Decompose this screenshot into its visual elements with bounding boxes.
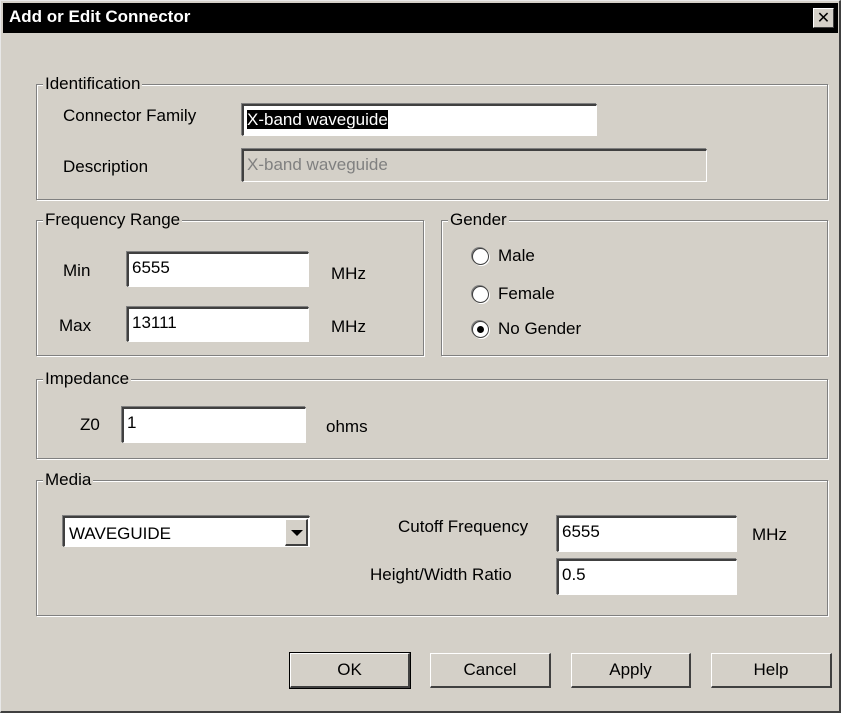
- max-frequency-value: 13111: [132, 313, 177, 332]
- window-title: Add or Edit Connector: [9, 7, 191, 26]
- title-bar[interactable]: Add or Edit Connector ✕: [3, 3, 838, 33]
- min-unit-label: MHz: [331, 264, 366, 283]
- close-icon: ✕: [816, 8, 831, 27]
- identification-group: Identification Connector Family X-band w…: [36, 74, 828, 200]
- max-unit-label: MHz: [331, 317, 366, 336]
- help-button[interactable]: Help: [711, 653, 832, 688]
- min-frequency-input[interactable]: 6555: [127, 252, 309, 287]
- identification-legend: Identification: [43, 74, 143, 94]
- cancel-button[interactable]: Cancel: [430, 653, 551, 688]
- frequency-range-group: Frequency Range Min 6555 MHz Max 13111 M…: [36, 210, 424, 356]
- z0-value: 1: [127, 413, 137, 432]
- cutoff-frequency-label: Cutoff Frequency: [398, 517, 529, 536]
- height-width-ratio-input[interactable]: 0.5: [557, 559, 737, 595]
- female-radio[interactable]: [472, 286, 489, 303]
- z0-label: Z0: [80, 415, 100, 434]
- height-width-ratio-value: 0.5: [562, 565, 586, 584]
- gender-group: Gender Male Female No Gender: [441, 210, 828, 356]
- media-type-select[interactable]: WAVEGUIDE: [63, 516, 310, 547]
- female-label: Female: [498, 284, 555, 303]
- impedance-group: Impedance Z0 1 ohms: [36, 369, 828, 459]
- media-legend: Media: [43, 470, 94, 490]
- chevron-down-icon[interactable]: [285, 519, 308, 546]
- impedance-legend: Impedance: [43, 369, 132, 389]
- min-label: Min: [63, 261, 91, 280]
- connector-family-label: Connector Family: [63, 106, 197, 125]
- male-radio[interactable]: [472, 248, 489, 265]
- close-button[interactable]: ✕: [813, 8, 834, 28]
- media-group: Media WAVEGUIDE Cutoff Frequency 6555 MH…: [36, 470, 828, 616]
- apply-button[interactable]: Apply: [571, 653, 691, 688]
- z0-input[interactable]: 1: [122, 407, 306, 443]
- male-label: Male: [498, 246, 535, 265]
- no-gender-radio[interactable]: [472, 321, 489, 338]
- max-label: Max: [59, 316, 92, 335]
- dialog-window: Add or Edit Connector ✕ Identification C…: [0, 0, 841, 713]
- cutoff-frequency-input[interactable]: 6555: [557, 516, 737, 552]
- connector-family-input[interactable]: X-band waveguide: [242, 104, 597, 136]
- no-gender-label: No Gender: [498, 319, 582, 338]
- description-input[interactable]: X-band waveguide: [242, 149, 707, 182]
- min-frequency-value: 6555: [132, 258, 170, 277]
- cutoff-unit-label: MHz: [752, 525, 787, 544]
- ok-button[interactable]: OK: [289, 652, 411, 689]
- height-width-ratio-label: Height/Width Ratio: [370, 565, 512, 584]
- gender-legend: Gender: [448, 210, 509, 230]
- cutoff-frequency-value: 6555: [562, 522, 600, 541]
- z0-unit-label: ohms: [326, 417, 368, 436]
- max-frequency-input[interactable]: 13111: [127, 307, 309, 342]
- description-label: Description: [63, 157, 149, 176]
- media-type-value: WAVEGUIDE: [69, 524, 172, 543]
- connector-family-value: X-band waveguide: [247, 110, 388, 129]
- description-value: X-band waveguide: [247, 155, 388, 174]
- frequency-range-legend: Frequency Range: [43, 210, 183, 230]
